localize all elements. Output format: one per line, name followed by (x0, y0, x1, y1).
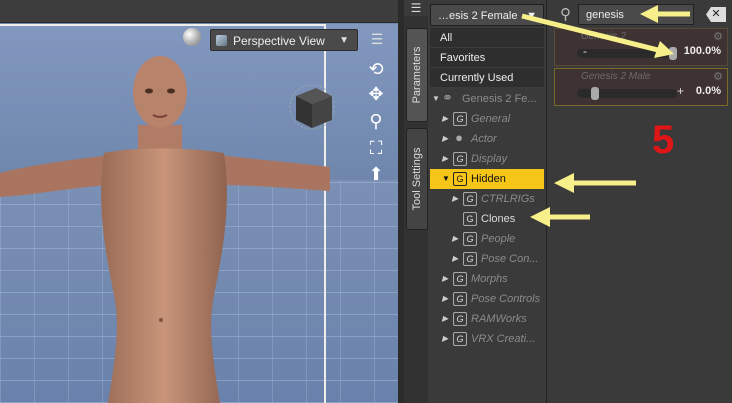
arrow-to-hidden (554, 173, 636, 193)
arrow-to-search (640, 5, 690, 23)
annotation-arrows (521, 5, 690, 227)
arrow-to-slider (521, 13, 674, 58)
arrow-to-clones (530, 207, 590, 227)
